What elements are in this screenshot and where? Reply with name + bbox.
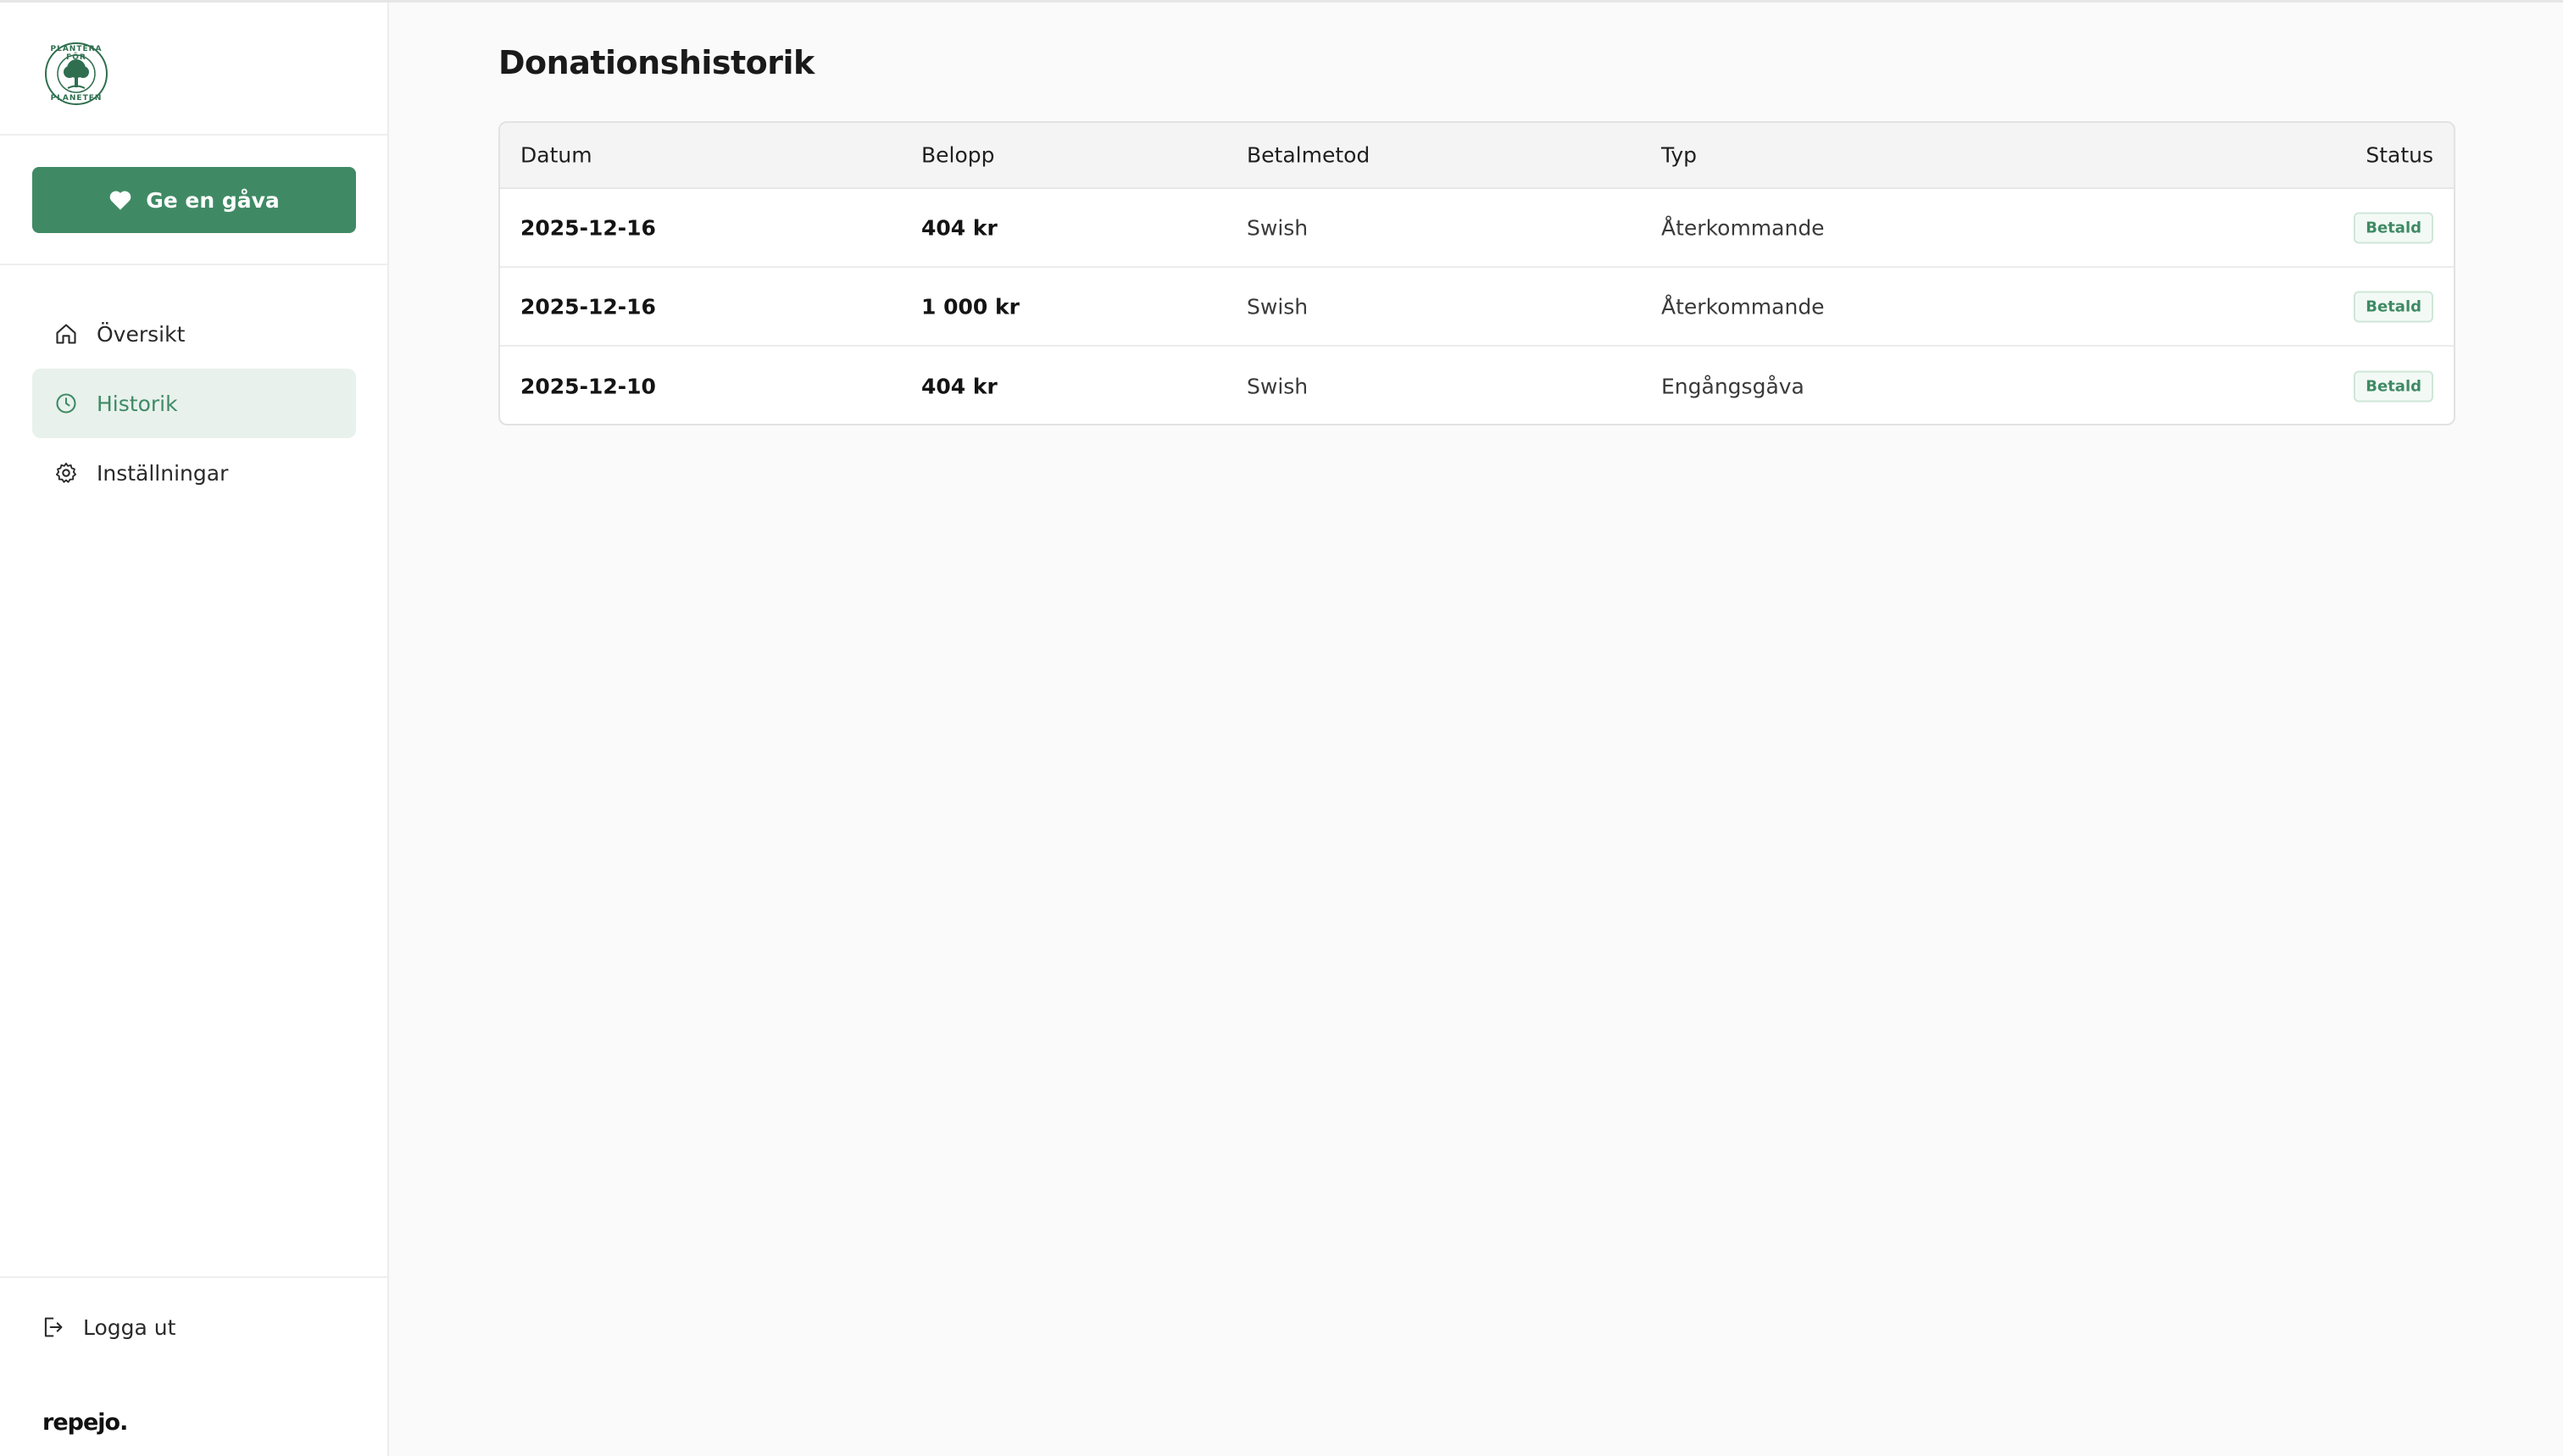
cell-type: Engångsgåva — [1661, 374, 1804, 398]
column-header-type[interactable]: Typ — [1661, 143, 1697, 168]
status-badge: Betald — [2354, 370, 2433, 402]
cell-amount: 404 kr — [921, 215, 998, 240]
sidebar-divider — [0, 134, 387, 136]
clock-icon — [56, 393, 76, 414]
column-header-status[interactable]: Status — [2366, 143, 2433, 168]
sidebar: PLANTERA FÖR PLANETEN Ge en gåva Översik… — [0, 3, 389, 1456]
logo-text-bottom: PLANETEN — [50, 94, 103, 103]
cell-type: Återkommande — [1661, 215, 1825, 240]
table-row[interactable]: 2025-12-16 1 000 kr Swish Återkommande B… — [500, 268, 2454, 347]
home-icon — [56, 324, 76, 344]
column-header-method[interactable]: Betalmetod — [1247, 143, 1370, 168]
logo-text-top: PLANTERA FÖR — [50, 45, 103, 62]
column-header-date[interactable]: Datum — [520, 143, 592, 168]
give-gift-label: Ge en gåva — [146, 187, 280, 213]
sidebar-item-oversikt[interactable]: Översikt — [32, 299, 356, 369]
sidebar-divider — [0, 264, 387, 265]
status-badge: Betald — [2354, 212, 2433, 243]
logout-button[interactable]: Logga ut — [41, 1314, 175, 1340]
cell-method: Swish — [1247, 374, 1309, 398]
cell-amount: 404 kr — [921, 374, 998, 398]
sidebar-item-historik[interactable]: Historik — [32, 369, 356, 438]
cell-date: 2025-12-16 — [520, 294, 656, 319]
cell-method: Swish — [1247, 215, 1309, 240]
cell-date: 2025-12-16 — [520, 215, 656, 240]
gear-icon — [55, 462, 77, 483]
logo[interactable]: PLANTERA FÖR PLANETEN — [42, 40, 110, 108]
cell-method: Swish — [1247, 294, 1309, 319]
page-title: Donationshistorik — [498, 44, 814, 81]
logout-label: Logga ut — [83, 1314, 176, 1340]
give-gift-button[interactable]: Ge en gåva — [32, 167, 356, 233]
heart-icon — [109, 191, 131, 210]
table-header: Datum Belopp Betalmetod Typ Status — [500, 123, 2454, 189]
sidebar-item-label: Historik — [97, 391, 178, 416]
sidebar-item-label: Översikt — [97, 321, 186, 347]
sidebar-divider — [0, 1276, 387, 1278]
donation-table: Datum Belopp Betalmetod Typ Status 2025-… — [498, 121, 2455, 425]
cell-date: 2025-12-10 — [520, 374, 656, 398]
table-row[interactable]: 2025-12-10 404 kr Swish Engångsgåva Beta… — [500, 347, 2454, 424]
sidebar-item-label: Inställningar — [97, 460, 229, 486]
cell-amount: 1 000 kr — [921, 294, 1020, 319]
table-row[interactable]: 2025-12-16 404 kr Swish Återkommande Bet… — [500, 189, 2454, 268]
sidebar-nav: Översikt Historik Inställningar — [32, 299, 356, 508]
sidebar-item-installningar[interactable]: Inställningar — [32, 438, 356, 508]
logout-icon — [44, 1317, 63, 1337]
status-badge: Betald — [2354, 291, 2433, 322]
column-header-amount[interactable]: Belopp — [921, 143, 995, 168]
brand-logo: repejo. — [42, 1409, 128, 1436]
cell-type: Återkommande — [1661, 294, 1825, 319]
